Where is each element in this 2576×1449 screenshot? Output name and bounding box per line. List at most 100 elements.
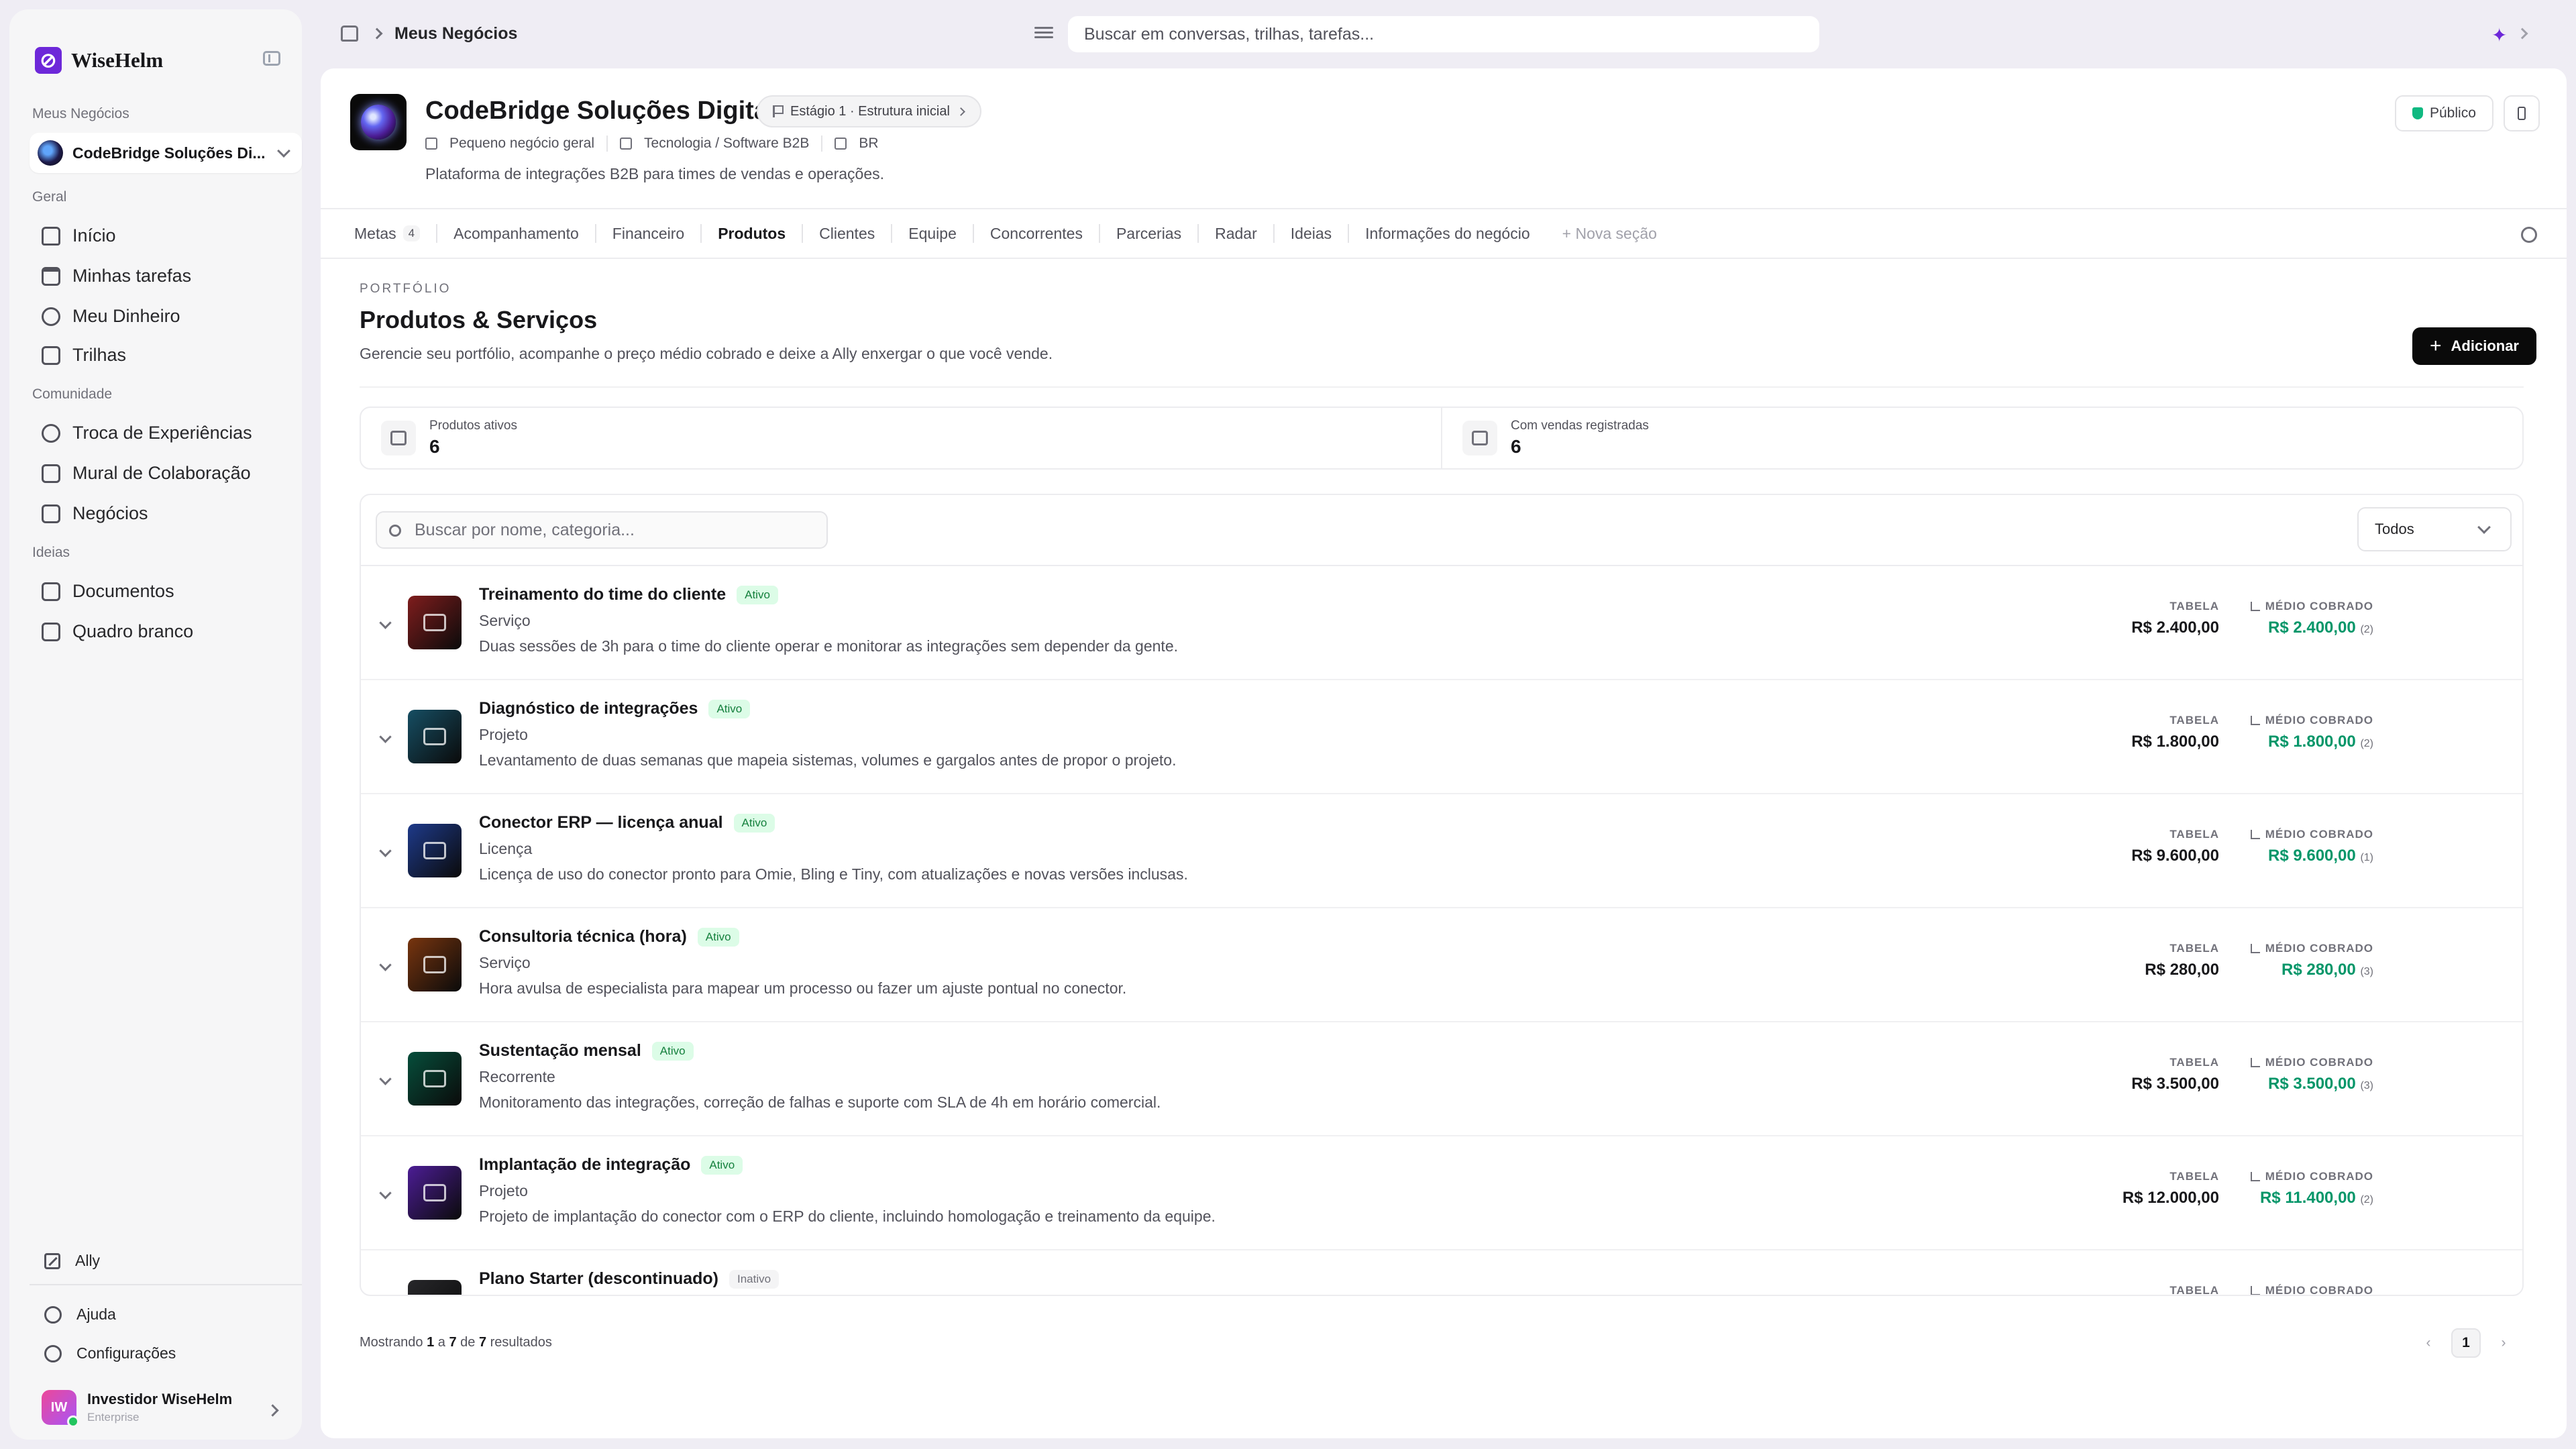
help-button[interactable]: Ajuda [44,1305,116,1324]
filter-sliders-icon[interactable] [1034,24,1053,42]
settings-label: Configurações [76,1344,176,1362]
price-label: TABELA [2169,1170,2219,1183]
avg-label: MÉDIO COBRADO [2212,828,2373,841]
bar-chart-icon [2250,1058,2260,1067]
sidebar-item-trilhas[interactable]: Trilhas [42,345,126,366]
status-badge: Ativo [733,813,775,833]
product-name[interactable]: Consultoria técnica (hora) Ativo [479,927,739,947]
prev-page-button[interactable]: ‹ [2414,1328,2443,1358]
user-card[interactable]: IW Investidor WiseHelm Enterprise [42,1390,232,1428]
bar-chart-icon [2250,830,2260,839]
breadcrumb[interactable]: Meus Negócios [394,24,517,44]
home-icon[interactable] [341,25,358,42]
table-row[interactable]: Plano Starter (descontinuado) Inativo TABE… [361,1250,2522,1296]
settings-button[interactable]: Configurações [44,1344,176,1362]
table-row[interactable]: Implantação de integração Ativo Projeto Pro… [361,1136,2522,1250]
chevron-right-icon[interactable] [266,1404,279,1417]
avg-label: MÉDIO COBRADO [2212,1056,2373,1069]
product-category: Projeto [479,1182,528,1199]
expand-chevron-icon[interactable] [379,1187,392,1199]
status-filter-select[interactable]: Todos [2357,507,2512,551]
global-search-input[interactable] [1068,16,1819,52]
expand-chevron-icon[interactable] [379,959,392,971]
visibility-label: Público [2430,105,2476,121]
brand[interactable]: ⊘ WiseHelm [35,47,163,74]
average-price: MÉDIO COBRADO R$ 1.800,00 (2) [2212,714,2373,751]
chart-icon [1462,421,1497,455]
list-toolbar: Todos [361,495,2522,566]
price-label: TABELA [2169,1056,2219,1069]
tab-acompanhamento[interactable]: Acompanhamento [437,224,596,243]
table-row[interactable]: Treinamento do time do cliente Ativo Servi… [361,566,2522,680]
add-label: Adicionar [2451,337,2519,354]
status-badge: Inativo [729,1269,780,1289]
new-section-button[interactable]: + Nova seção [1546,225,1657,243]
globe-icon [835,138,847,150]
business-selector[interactable]: CodeBridge Soluções Di... [30,133,302,173]
table-row[interactable]: Consultoria técnica (hora) Ativo Serviço Ho… [361,908,2522,1022]
sidebar-item-dinheiro[interactable]: Meu Dinheiro [42,306,180,327]
product-name[interactable]: Sustentação mensal Ativo [479,1041,694,1061]
product-name[interactable]: Plano Starter (descontinuado) Inativo [479,1269,780,1289]
price-label: TABELA [2169,714,2219,727]
tab-radar[interactable]: Radar [1199,224,1275,243]
tab-informacoes[interactable]: Informações do negócio [1349,224,1546,243]
expand-chevron-icon[interactable] [379,616,392,629]
product-list: Todos Treinamento do time do clienteAtiv… [360,494,2524,1296]
product-search-input[interactable] [376,511,828,549]
expand-chevron-icon[interactable] [379,845,392,857]
product-description: Hora avulsa de especialista para mapear … [479,979,1127,997]
tab-concorrentes[interactable]: Concorrentes [974,224,1100,243]
table-row[interactable]: Sustentação mensal Ativo Recorrente Monitor… [361,1022,2522,1136]
product-category: Licença [479,840,533,857]
product-name[interactable]: Conector ERP — licença anual Ativo [479,813,775,833]
tab-ideias[interactable]: Ideias [1275,224,1350,243]
ally-button[interactable]: Ally [44,1252,100,1270]
stage-badge[interactable]: Estágio 1 · Estrutura inicial [757,95,981,127]
table-row[interactable]: Conector ERP — licença anual Ativo Licença… [361,794,2522,908]
tab-produtos[interactable]: Produtos [702,224,804,243]
tab-equipe[interactable]: Equipe [892,224,974,243]
product-name[interactable]: Diagnóstico de integrações Ativo [479,699,751,718]
tab-clientes[interactable]: Clientes [803,224,893,243]
sidebar-item-mural[interactable]: Mural de Colaboração [42,463,251,484]
chevron-down-icon [2477,521,2491,534]
chevron-right-icon [957,107,965,116]
tab-parcerias[interactable]: Parcerias [1100,224,1199,243]
next-page-button[interactable]: › [2489,1328,2518,1358]
average-price: MÉDIO COBRADO [2212,1284,2373,1295]
visibility-button[interactable]: Público [2395,95,2493,131]
price-label: TABELA [2169,1284,2219,1296]
table-row[interactable]: Diagnóstico de integrações Ativo Projeto Le… [361,680,2522,794]
sidebar-item-quadro[interactable]: Quadro branco [42,621,193,642]
sidebar-item-label: Início [72,225,116,246]
sidebar-collapse-icon[interactable] [263,51,280,66]
sidebar-item-tarefas[interactable]: Minhas tarefas [42,266,191,286]
sidebar-item-troca[interactable]: Troca de Experiências [42,423,252,443]
chevron-right-icon[interactable] [2516,28,2528,40]
product-category: Projeto [479,726,528,743]
sidebar-item-label: Quadro branco [72,621,194,641]
sidebar-item-documentos[interactable]: Documentos [42,581,174,602]
add-product-button[interactable]: + Adicionar [2412,327,2536,365]
tab-metas[interactable]: Metas 4 [354,224,438,243]
page-button[interactable]: 1 [2451,1328,2481,1358]
section-label-general: Geral [32,189,67,205]
search-icon [389,525,401,537]
pin-button[interactable] [2504,95,2540,131]
expand-chevron-icon[interactable] [379,731,392,743]
tab-financeiro[interactable]: Financeiro [596,224,702,243]
status-badge: Ativo [701,1155,743,1175]
box-icon [381,421,416,455]
message-icon [42,464,60,483]
bar-chart-icon [2250,716,2260,725]
product-name[interactable]: Treinamento do time do cliente Ativo [479,585,778,604]
sidebar-item-inicio[interactable]: Início [42,225,116,246]
product-thumbnail [408,596,462,649]
expand-chevron-icon[interactable] [379,1073,392,1085]
product-name[interactable]: Implantação de integração Ativo [479,1155,743,1175]
brand-name: WiseHelm [71,48,164,72]
sparkle-icon[interactable]: ✦ [2491,24,2507,46]
history-clock-icon[interactable] [2521,227,2537,243]
sidebar-item-negocios[interactable]: Negócios [42,503,148,524]
